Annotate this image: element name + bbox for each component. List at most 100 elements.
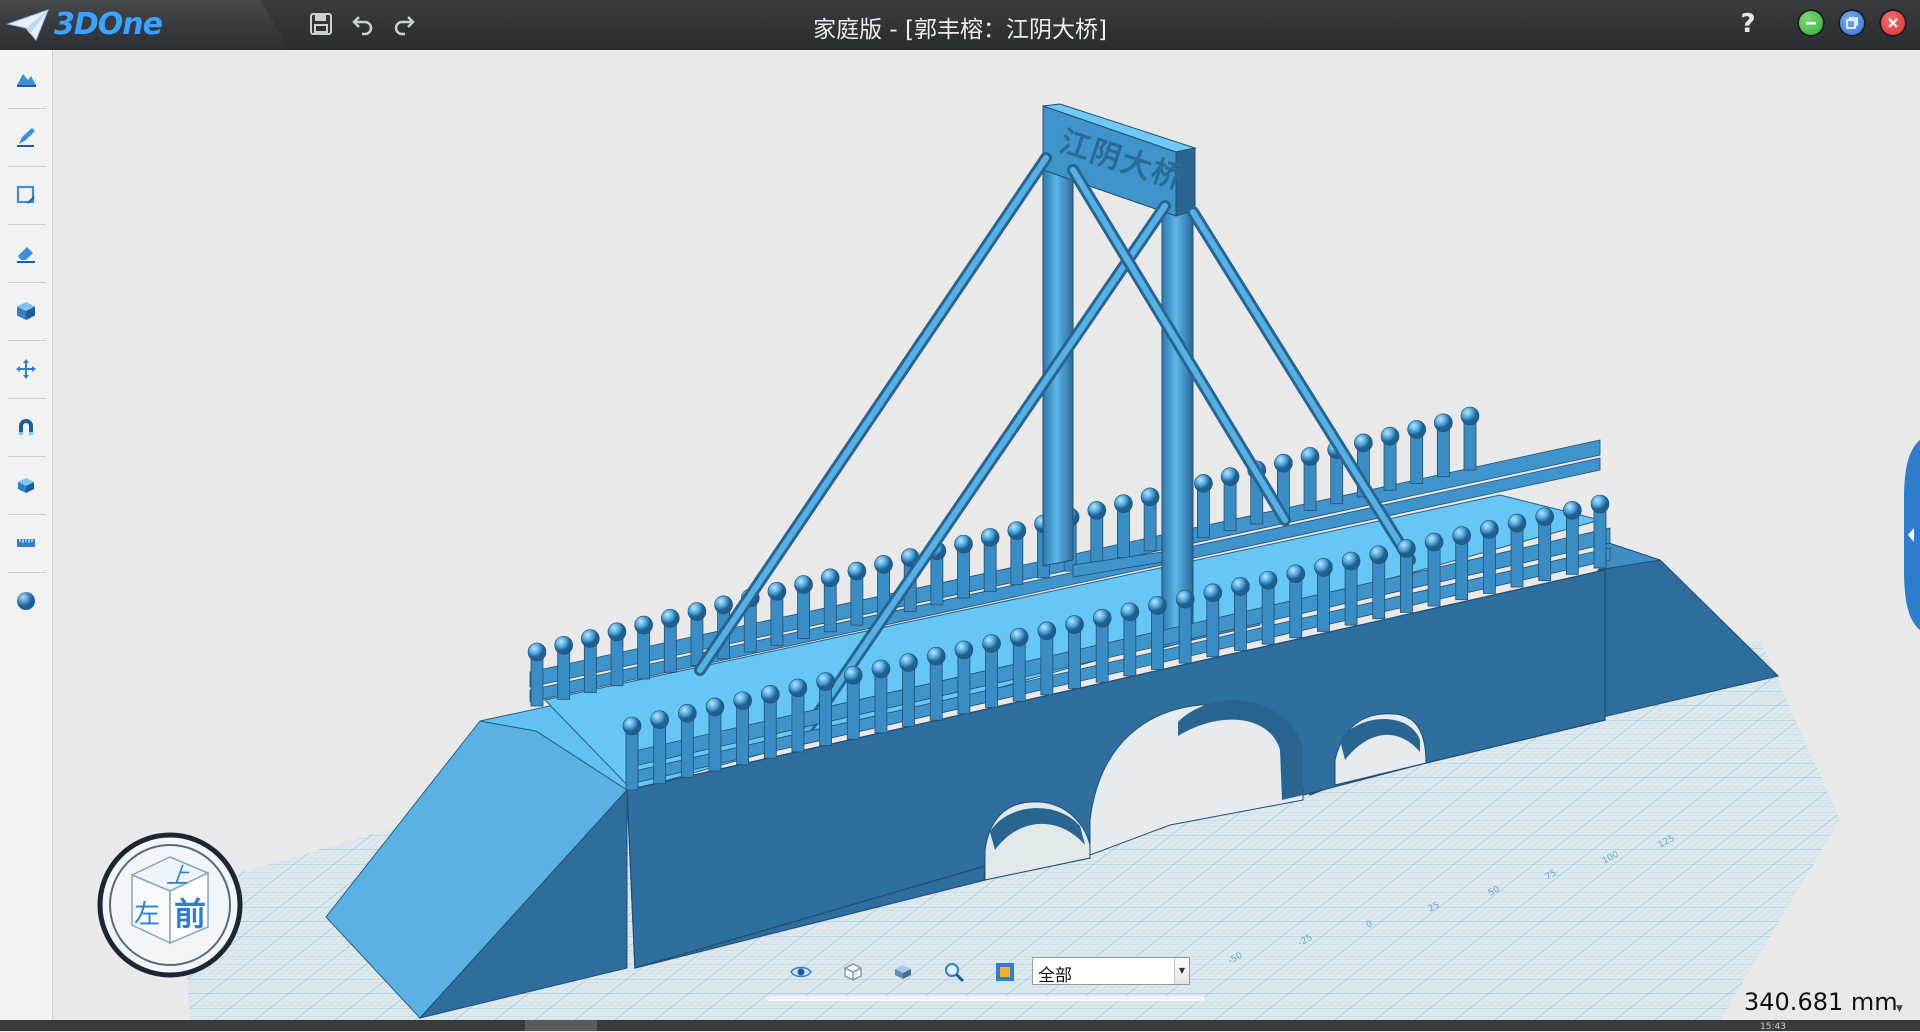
railing-post — [1303, 460, 1317, 511]
railing-post — [1565, 513, 1579, 575]
railing-post — [610, 635, 624, 687]
minimize-button[interactable] — [1797, 9, 1825, 37]
railing-post-knob — [1175, 589, 1195, 609]
railing-post-knob — [714, 595, 733, 615]
railing-post — [763, 697, 777, 759]
railing-post — [902, 666, 915, 727]
railing-post — [1206, 596, 1220, 658]
close-icon — [1888, 18, 1898, 28]
railing-post-knob — [1092, 608, 1112, 628]
restore-icon — [1846, 17, 1858, 29]
railing-post-knob — [1286, 564, 1306, 584]
sketch-tool[interactable] — [6, 117, 46, 157]
toolbar-separator — [8, 166, 46, 167]
shaded-box-icon — [895, 965, 911, 979]
zoom-button[interactable] — [942, 960, 966, 984]
railing-post — [1510, 526, 1524, 588]
dropdown-arrow-icon[interactable]: ▼ — [1174, 958, 1189, 984]
toolbar-separator — [8, 224, 46, 225]
railing-post-knob — [847, 561, 867, 581]
railing-post-knob — [1480, 520, 1499, 539]
pencil-icon — [17, 128, 35, 147]
railing-post-knob — [660, 608, 680, 628]
railing-post — [1143, 500, 1157, 552]
render-mode-button[interactable] — [891, 960, 915, 984]
railing-post-knob — [581, 629, 600, 648]
railing-post-knob — [1114, 494, 1133, 513]
railing-post-knob — [1140, 487, 1160, 507]
railing-post — [1178, 602, 1192, 664]
railing-post-knob — [954, 534, 973, 554]
railing-post — [1344, 564, 1358, 626]
attach-tool[interactable] — [6, 407, 46, 447]
railing-post — [1455, 539, 1469, 601]
railing-post-knob — [788, 678, 808, 698]
display-mode-button[interactable] — [841, 960, 865, 984]
view-toolbar-underline — [767, 996, 1205, 1001]
sketch-edit-tool[interactable] — [6, 175, 46, 215]
magnet-icon — [19, 419, 33, 435]
show-hide-button[interactable] — [789, 960, 813, 984]
railing-post-knob — [650, 710, 669, 729]
special-feature-tool[interactable] — [6, 233, 46, 273]
selection-filter-value: 全部 — [1038, 966, 1072, 986]
title-bar: 3DOne 家庭版 - [郭丰榕：江阴大桥] ? — [0, 0, 1920, 50]
railing-post-knob — [622, 716, 642, 736]
3d-viewport[interactable]: -50 -25 0 25 50 75 100 125 江阴大桥 上 前 左 — [53, 50, 1920, 1020]
railing-post — [1261, 583, 1275, 645]
primitives-tool[interactable] — [6, 59, 46, 99]
railing-post — [1234, 590, 1247, 651]
railing-post-knob — [1009, 627, 1029, 647]
view-cube-left-label[interactable]: 左 — [134, 900, 160, 930]
view-fit-button[interactable] — [993, 960, 1017, 984]
boolean-tool[interactable] — [6, 291, 46, 331]
railing-post — [1095, 621, 1109, 683]
railing-post-knob — [926, 646, 946, 666]
help-button[interactable]: ? — [1732, 8, 1764, 40]
bottom-status-strip — [0, 1020, 1920, 1031]
railing-post — [583, 642, 597, 693]
basic-solid-icon — [17, 74, 36, 87]
railing-post — [1010, 534, 1024, 586]
railing-post-knob — [1007, 521, 1027, 540]
railing-post — [1223, 480, 1237, 532]
view-cube[interactable]: 上 前 左 — [97, 832, 243, 978]
railing-post — [1372, 558, 1386, 620]
side-panel-toggle[interactable] — [1896, 440, 1920, 630]
railing-post-knob — [871, 659, 891, 679]
render-tool[interactable] — [6, 581, 46, 621]
railing-post — [1400, 552, 1413, 613]
eraser-icon — [17, 247, 35, 263]
railing-post-knob — [1590, 494, 1610, 514]
measure-tool[interactable] — [6, 523, 46, 563]
toolbar-separator — [8, 456, 46, 457]
selection-filter-dropdown[interactable]: 全部 ▼ — [1032, 957, 1190, 986]
railing-post-knob — [678, 704, 697, 723]
railing-post-knob — [1258, 570, 1278, 590]
measurement-readout: 340.681 mm — [1744, 988, 1898, 1016]
railing-post-knob — [1354, 433, 1373, 453]
transform-tool[interactable] — [6, 349, 46, 389]
railing-post-knob — [1452, 526, 1472, 546]
railing-post — [1463, 419, 1477, 471]
sphere-icon — [17, 592, 35, 610]
railing-post-knob — [1274, 453, 1293, 473]
railing-post — [625, 729, 639, 791]
railing-post — [653, 723, 667, 785]
restore-button[interactable] — [1838, 9, 1866, 37]
chevron-down-icon[interactable]: ▼ — [1896, 1004, 1903, 1014]
view-cube-front-label[interactable]: 前 — [174, 895, 206, 933]
railing-post — [1289, 577, 1303, 639]
railing-post-knob — [1037, 621, 1057, 641]
pattern-tool[interactable] — [6, 465, 46, 505]
railing-post — [930, 554, 944, 606]
magnifier-icon — [945, 963, 965, 983]
close-button[interactable] — [1879, 9, 1907, 37]
railing-post — [791, 691, 805, 753]
eye-icon — [790, 966, 812, 978]
railing-post — [1123, 615, 1137, 677]
railing-post — [823, 581, 837, 633]
railing-post-knob — [982, 634, 1001, 653]
frame-icon — [996, 963, 1014, 981]
railing-post — [797, 588, 810, 639]
